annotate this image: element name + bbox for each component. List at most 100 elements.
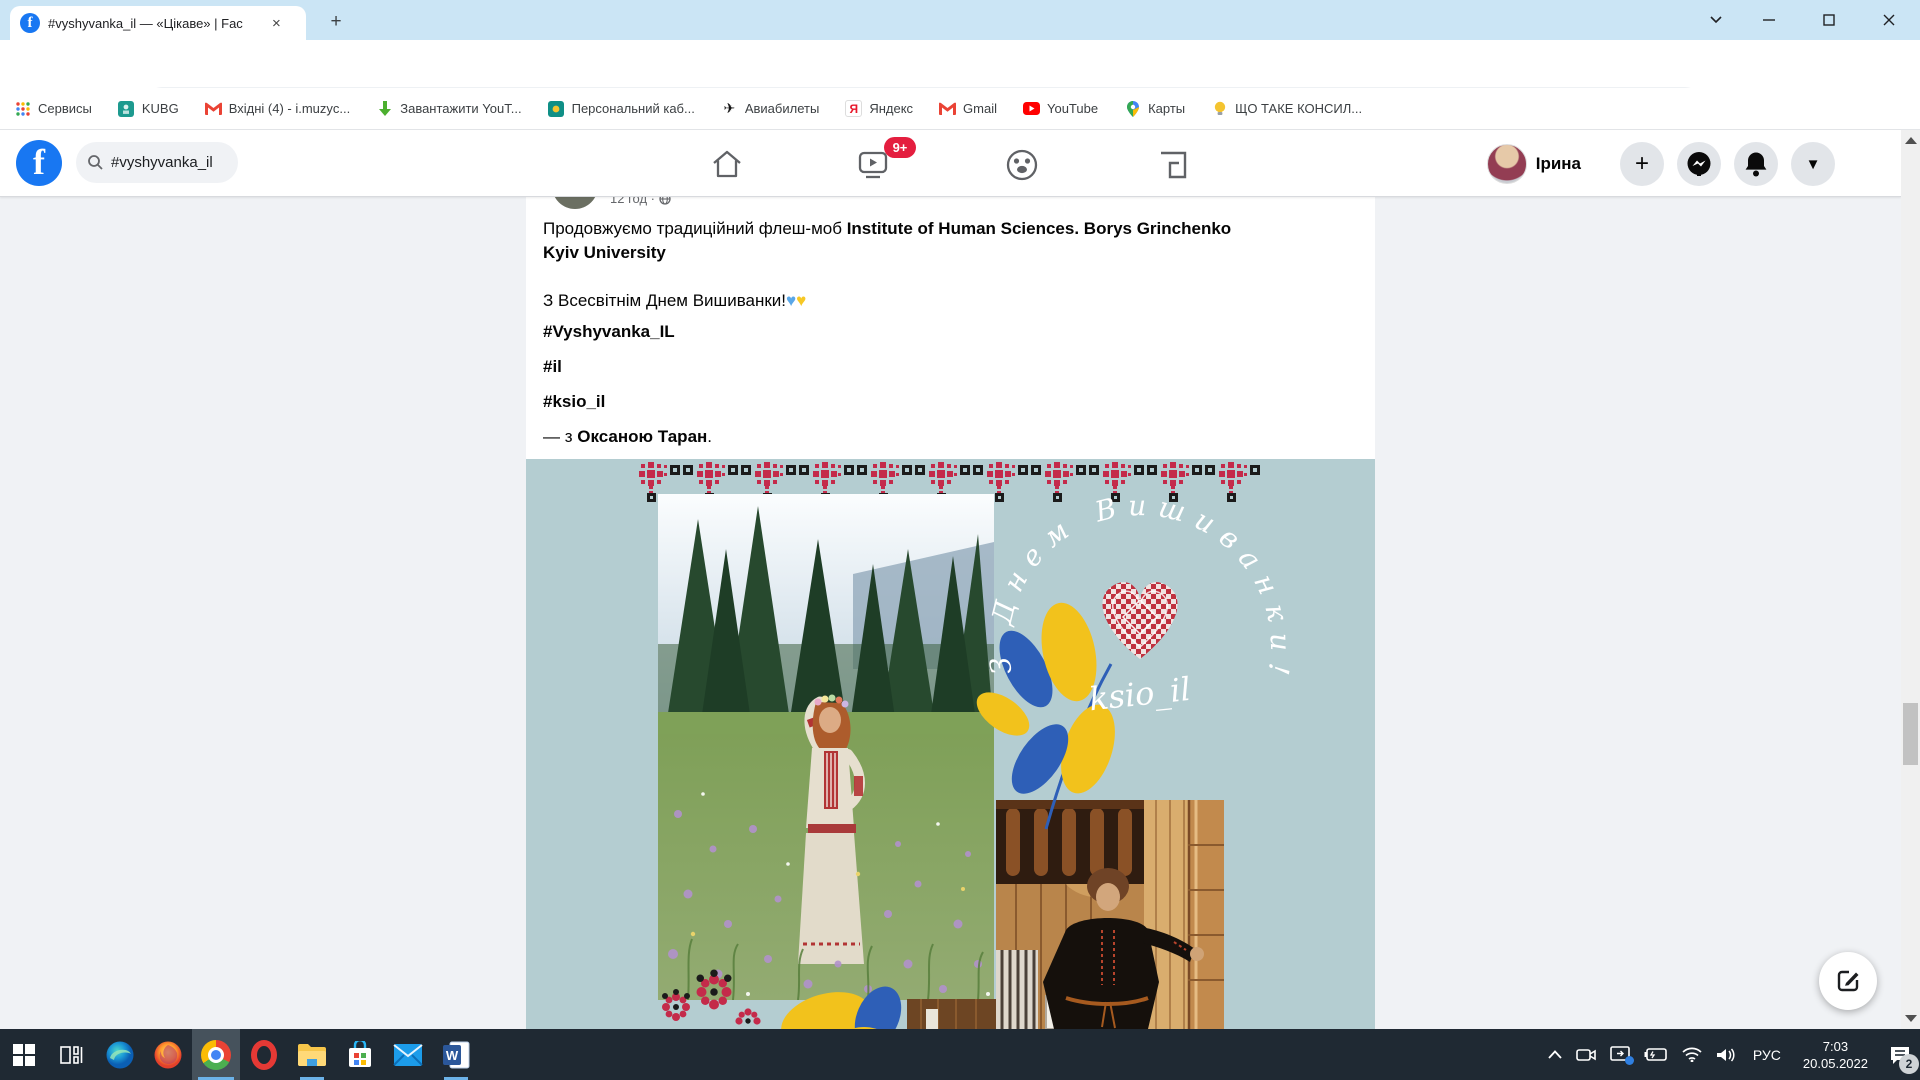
account-menu-button[interactable]: ▼ bbox=[1791, 142, 1835, 186]
compose-icon bbox=[1835, 968, 1861, 994]
airplane-icon: ✈ bbox=[721, 100, 738, 117]
clock[interactable]: 7:03 20.05.2022 bbox=[1803, 1038, 1868, 1072]
volume-icon[interactable] bbox=[1716, 1047, 1736, 1063]
yandex-icon: Я bbox=[845, 100, 862, 117]
tagged-person-link[interactable]: Оксаною Таран bbox=[577, 427, 707, 446]
explorer-taskbar-button[interactable] bbox=[288, 1029, 336, 1080]
hashtag-link[interactable]: #Vyshyvanka_IL bbox=[543, 320, 675, 344]
post-greeting: З Всесвітнім Днем Вишиванки!♥♥ bbox=[543, 289, 806, 313]
task-view-icon bbox=[60, 1044, 84, 1066]
meet-now-icon[interactable] bbox=[1576, 1047, 1596, 1063]
window-close-button[interactable] bbox=[1866, 0, 1912, 40]
messenger-button[interactable] bbox=[1677, 142, 1721, 186]
bell-icon bbox=[1744, 151, 1768, 177]
create-button[interactable]: + bbox=[1620, 142, 1664, 186]
post-tag-line: — з Оксаною Таран. bbox=[543, 425, 712, 449]
caret-down-icon: ▼ bbox=[1806, 156, 1821, 173]
bookmark-item[interactable]: ЩО ТАКЕ КОНСИЛ... bbox=[1211, 100, 1362, 117]
word-icon: W bbox=[442, 1041, 470, 1069]
tab-search-chevron-icon[interactable] bbox=[1693, 0, 1739, 40]
hashtag-link[interactable]: #il bbox=[543, 355, 562, 379]
battery-icon[interactable] bbox=[1644, 1048, 1668, 1061]
embroidered-heart bbox=[1102, 582, 1177, 659]
screen: f #vyshyvanka_il — «Цікаве» | Fac × + ← … bbox=[0, 0, 1920, 1080]
youtube-icon bbox=[1023, 100, 1040, 117]
windows-logo-icon bbox=[13, 1044, 35, 1066]
notifications-button[interactable] bbox=[1734, 142, 1778, 186]
browser-tab-bar: f #vyshyvanka_il — «Цікаве» | Fac × + bbox=[0, 0, 1920, 40]
scroll-down-icon[interactable] bbox=[1905, 1015, 1917, 1022]
mail-taskbar-button[interactable] bbox=[384, 1029, 432, 1080]
opera-taskbar-button[interactable] bbox=[240, 1029, 288, 1080]
wifi-icon[interactable] bbox=[1682, 1047, 1702, 1062]
profile-name: Ірина bbox=[1536, 154, 1581, 174]
bottom-flowers-motif bbox=[662, 970, 761, 1025]
graphic-decorations: З Днем Вишиванки! ksio_il bbox=[526, 459, 1375, 1029]
kubg-logo-icon bbox=[118, 100, 135, 117]
bookmark-item[interactable]: Я Яндекс bbox=[845, 100, 913, 117]
home-tab-icon[interactable] bbox=[710, 148, 744, 180]
bookmark-item[interactable]: Gmail bbox=[939, 100, 997, 117]
window-maximize-button[interactable] bbox=[1806, 0, 1852, 40]
post-timestamp[interactable]: 12 год · bbox=[610, 197, 671, 206]
edge-taskbar-button[interactable] bbox=[96, 1029, 144, 1080]
bookmark-item[interactable]: Персональний каб... bbox=[548, 100, 695, 117]
scrollbar-thumb[interactable] bbox=[1903, 703, 1918, 765]
page-scrollbar[interactable] bbox=[1901, 130, 1920, 1029]
bookmark-item[interactable]: KUBG bbox=[118, 100, 179, 117]
chrome-taskbar-button[interactable] bbox=[192, 1029, 240, 1080]
edge-icon bbox=[105, 1040, 135, 1070]
facebook-search-input[interactable]: #vyshyvanka_il bbox=[76, 142, 238, 183]
post-card: 12 год · Продовжуємо традиційний флеш-мо… bbox=[526, 197, 1375, 1029]
windows-taskbar: W РУС 7:03 bbox=[0, 1029, 1920, 1080]
bookmark-item[interactable]: Завантажити YouT... bbox=[376, 100, 521, 117]
tab-close-icon[interactable]: × bbox=[272, 15, 281, 32]
post-text-line1: Продовжуємо традиційний флеш-моб Institu… bbox=[543, 217, 1233, 265]
groups-tab-icon[interactable] bbox=[1005, 148, 1039, 180]
search-value: #vyshyvanka_il bbox=[111, 154, 213, 171]
page-background: 12 год · Продовжуємо традиційний флеш-мо… bbox=[0, 197, 1901, 1029]
start-button[interactable] bbox=[0, 1029, 48, 1080]
window-minimize-button[interactable] bbox=[1746, 0, 1792, 40]
bookmark-item[interactable]: Вхідні (4) - i.muzyc... bbox=[205, 100, 351, 117]
new-tab-button[interactable]: + bbox=[322, 9, 350, 37]
word-taskbar-button[interactable]: W bbox=[432, 1029, 480, 1080]
facebook-header-right: Ірина + ▼ bbox=[1487, 142, 1835, 186]
store-taskbar-button[interactable] bbox=[336, 1029, 384, 1080]
yellow-heart-icon: ♥ bbox=[796, 291, 806, 310]
bookmark-item[interactable]: Карты bbox=[1124, 100, 1185, 117]
scroll-up-icon[interactable] bbox=[1905, 137, 1917, 144]
browser-tab[interactable]: f #vyshyvanka_il — «Цікаве» | Fac × bbox=[10, 6, 306, 40]
search-icon bbox=[88, 155, 103, 170]
apps-grid-icon bbox=[14, 100, 31, 117]
bookmark-item[interactable]: Сервисы bbox=[14, 100, 92, 117]
hashtag-link[interactable]: #ksio_il bbox=[543, 390, 605, 414]
compose-post-button[interactable] bbox=[1819, 952, 1877, 1010]
post-image[interactable]: З Днем Вишиванки! ksio_il bbox=[526, 459, 1375, 1029]
bookmarks-bar: Сервисы KUBG Вхідні (4) - i.muzyc... Зав… bbox=[0, 88, 1920, 130]
profile-chip[interactable]: Ірина bbox=[1487, 144, 1581, 184]
mail-icon bbox=[393, 1043, 423, 1067]
action-center-button[interactable]: 2 bbox=[1880, 1029, 1920, 1080]
firefox-taskbar-button[interactable] bbox=[144, 1029, 192, 1080]
bookmark-item[interactable]: ✈ Авиабилеты bbox=[721, 100, 819, 117]
post-author-avatar[interactable] bbox=[552, 197, 598, 209]
maps-pin-icon bbox=[1124, 100, 1141, 117]
facebook-logo[interactable]: f bbox=[16, 140, 62, 186]
task-view-button[interactable] bbox=[48, 1029, 96, 1080]
bottom-leaves-motif bbox=[774, 979, 910, 1029]
bookmark-item[interactable]: YouTube bbox=[1023, 100, 1098, 117]
photo-partial-bottom bbox=[907, 999, 996, 1029]
gmail-icon bbox=[939, 100, 956, 117]
opera-icon bbox=[251, 1040, 277, 1070]
gaming-tab-icon[interactable] bbox=[1156, 148, 1190, 180]
tray-expand-chevron-icon[interactable] bbox=[1548, 1050, 1562, 1059]
globe-icon bbox=[659, 197, 671, 205]
tab-title: #vyshyvanka_il — «Цікаве» | Fac bbox=[48, 16, 266, 31]
display-notification-icon[interactable] bbox=[1610, 1046, 1630, 1063]
notification-dot bbox=[1625, 1056, 1634, 1065]
watch-badge: 9+ bbox=[884, 137, 916, 158]
facebook-header: f #vyshyvanka_il 9+ Ірина + bbox=[0, 130, 1901, 197]
language-indicator[interactable]: РУС bbox=[1753, 1047, 1781, 1063]
system-tray: РУС 7:03 20.05.2022 2 bbox=[1541, 1029, 1920, 1080]
